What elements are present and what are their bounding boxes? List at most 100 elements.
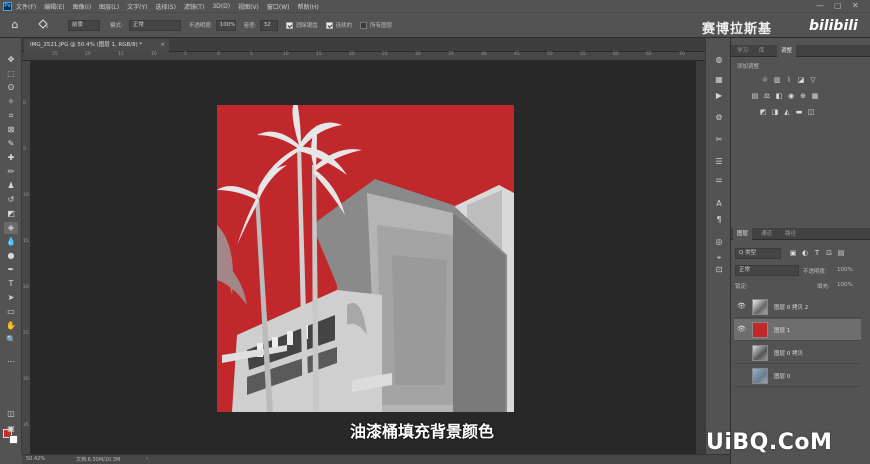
- move-tool-icon[interactable]: ✥: [4, 54, 18, 66]
- curves-icon[interactable]: ⌇: [785, 76, 793, 84]
- filter-adjustment-icon[interactable]: ◐: [801, 249, 809, 257]
- eraser-tool-icon[interactable]: ◩: [4, 208, 18, 220]
- menu-file[interactable]: 文件(F): [16, 2, 36, 11]
- magic-wand-tool-icon[interactable]: ✧: [4, 96, 18, 108]
- brightness-icon[interactable]: ☼: [761, 76, 769, 84]
- zoom-level[interactable]: 50.42%: [26, 456, 45, 462]
- menu-image[interactable]: 图像(I): [73, 2, 91, 11]
- color-balance-icon[interactable]: ⚖: [763, 92, 771, 100]
- layer-row[interactable]: 图层 0: [734, 365, 861, 387]
- visibility-eye-icon[interactable]: 👁: [737, 302, 746, 311]
- pen-tool-icon[interactable]: ✒: [4, 264, 18, 276]
- fill-source-select[interactable]: 前景: [68, 19, 100, 31]
- status-menu-arrow[interactable]: ›: [146, 456, 148, 462]
- paragraph-panel-icon[interactable]: ¶: [713, 214, 725, 226]
- vibrance-icon[interactable]: ▽: [809, 76, 817, 84]
- layer-row[interactable]: 图层 0 拷贝: [734, 342, 861, 364]
- gradient-map-icon[interactable]: ▬: [795, 108, 803, 116]
- brushes-panel-icon[interactable]: ✂: [713, 134, 725, 146]
- close-window-button[interactable]: ✕: [852, 1, 859, 11]
- libraries-panel-icon[interactable]: ⊡: [713, 264, 725, 276]
- home-icon[interactable]: ⌂: [8, 18, 22, 32]
- frame-tool-icon[interactable]: ⊠: [4, 124, 18, 136]
- photo-filter-icon[interactable]: ◉: [787, 92, 795, 100]
- type-tool-icon[interactable]: T: [4, 278, 18, 290]
- mode-select[interactable]: 正常: [128, 19, 181, 31]
- lasso-tool-icon[interactable]: ʘ: [4, 82, 18, 94]
- contiguous-checkbox[interactable]: [325, 21, 333, 29]
- canvas-scrollbar[interactable]: [696, 61, 705, 454]
- quick-mask-icon[interactable]: ◫: [4, 408, 18, 420]
- paint-bucket-tool-icon[interactable]: ◈: [4, 222, 18, 234]
- menu-help[interactable]: 帮助(H): [298, 2, 319, 11]
- maximize-button[interactable]: ▢: [834, 1, 842, 11]
- black-white-icon[interactable]: ◧: [775, 92, 783, 100]
- document-tab[interactable]: IMG_2521.JPG @ 50.4% (图层 1, RGB/8) * ×: [24, 39, 169, 52]
- tab-paths[interactable]: 路径: [781, 228, 800, 240]
- tab-layers[interactable]: 图层: [733, 228, 753, 240]
- exposure-icon[interactable]: ◪: [797, 76, 805, 84]
- menu-window[interactable]: 窗口(W): [267, 2, 290, 11]
- blur-tool-icon[interactable]: 💧: [4, 236, 18, 248]
- levels-icon[interactable]: ▥: [773, 76, 781, 84]
- eyedropper-tool-icon[interactable]: ✎: [4, 138, 18, 150]
- invert-icon[interactable]: ◩: [759, 108, 767, 116]
- adjustment-panel-icon[interactable]: ☰: [713, 156, 725, 168]
- navigator-panel-icon[interactable]: ◎: [713, 236, 725, 248]
- brush-tool-icon[interactable]: ✏: [4, 166, 18, 178]
- rectangle-tool-icon[interactable]: ▭: [4, 306, 18, 318]
- screen-mode-icon[interactable]: ▣: [4, 423, 18, 435]
- more-tools-icon[interactable]: ⋯: [4, 356, 18, 368]
- menu-select[interactable]: 选择(S): [155, 2, 176, 11]
- character-panel-icon[interactable]: A: [713, 198, 725, 210]
- menu-type[interactable]: 文字(Y): [127, 2, 147, 11]
- visibility-eye-icon[interactable]: 👁: [737, 325, 746, 334]
- channel-mixer-icon[interactable]: ⊕: [799, 92, 807, 100]
- tab-channels[interactable]: 通道: [757, 228, 776, 240]
- menu-3d[interactable]: 3D(D): [212, 3, 230, 10]
- swatches-panel-icon[interactable]: ▦: [713, 74, 725, 86]
- tolerance-input[interactable]: 32: [259, 19, 278, 31]
- tab-libraries[interactable]: 库: [755, 45, 769, 57]
- zoom-tool-icon[interactable]: 🔍: [4, 334, 18, 346]
- visibility-off-icon[interactable]: [737, 371, 746, 380]
- visibility-off-icon[interactable]: [737, 348, 746, 357]
- menu-filter[interactable]: 滤镜(T): [184, 2, 204, 11]
- marquee-tool-icon[interactable]: ⬚: [4, 68, 18, 80]
- hand-tool-icon[interactable]: ✋: [4, 320, 18, 332]
- dodge-tool-icon[interactable]: ●: [4, 250, 18, 262]
- antialias-checkbox[interactable]: [285, 21, 293, 29]
- layer-row[interactable]: 👁 图层 0 拷贝 2: [734, 296, 861, 318]
- filter-smart-object-icon[interactable]: ▤: [837, 249, 845, 257]
- menu-edit[interactable]: 编辑(E): [44, 2, 64, 11]
- color-lookup-icon[interactable]: ▦: [811, 92, 819, 100]
- opacity-input[interactable]: 100%: [215, 19, 236, 31]
- tab-learn[interactable]: 学习: [733, 45, 752, 57]
- paint-bucket-preset-icon[interactable]: [36, 18, 50, 32]
- close-tab-icon[interactable]: ×: [160, 39, 165, 52]
- color-panel-icon[interactable]: ◍: [713, 54, 725, 66]
- tab-adjustments[interactable]: 调整: [777, 45, 797, 57]
- path-selection-tool-icon[interactable]: ➤: [4, 292, 18, 304]
- blend-mode-select[interactable]: 正常: [735, 265, 799, 276]
- menu-view[interactable]: 视图(V): [238, 2, 259, 11]
- document-image[interactable]: [217, 105, 514, 412]
- history-brush-tool-icon[interactable]: ↺: [4, 194, 18, 206]
- properties-panel-icon[interactable]: ⚙: [713, 112, 725, 124]
- clone-stamp-tool-icon[interactable]: ♟: [4, 180, 18, 192]
- crop-tool-icon[interactable]: ⌗: [4, 110, 18, 122]
- fill-value[interactable]: 100%: [837, 282, 853, 288]
- selective-color-icon[interactable]: ◫: [807, 108, 815, 116]
- sliders-panel-icon[interactable]: ⚌: [713, 174, 725, 186]
- actions-panel-icon[interactable]: ▶: [713, 90, 725, 102]
- healing-brush-tool-icon[interactable]: ✚: [4, 152, 18, 164]
- filter-type-icon[interactable]: T: [813, 249, 821, 257]
- hue-saturation-icon[interactable]: ▤: [751, 92, 759, 100]
- layer-filter-select[interactable]: Q 类型: [735, 248, 781, 259]
- minimize-button[interactable]: —: [816, 1, 824, 11]
- threshold-icon[interactable]: ◭: [783, 108, 791, 116]
- layer-row-selected[interactable]: 👁 图层 1: [734, 319, 861, 341]
- background-color-swatch[interactable]: [9, 435, 18, 444]
- filter-pixel-icon[interactable]: ▣: [789, 249, 797, 257]
- menu-layer[interactable]: 图层(L): [99, 2, 119, 11]
